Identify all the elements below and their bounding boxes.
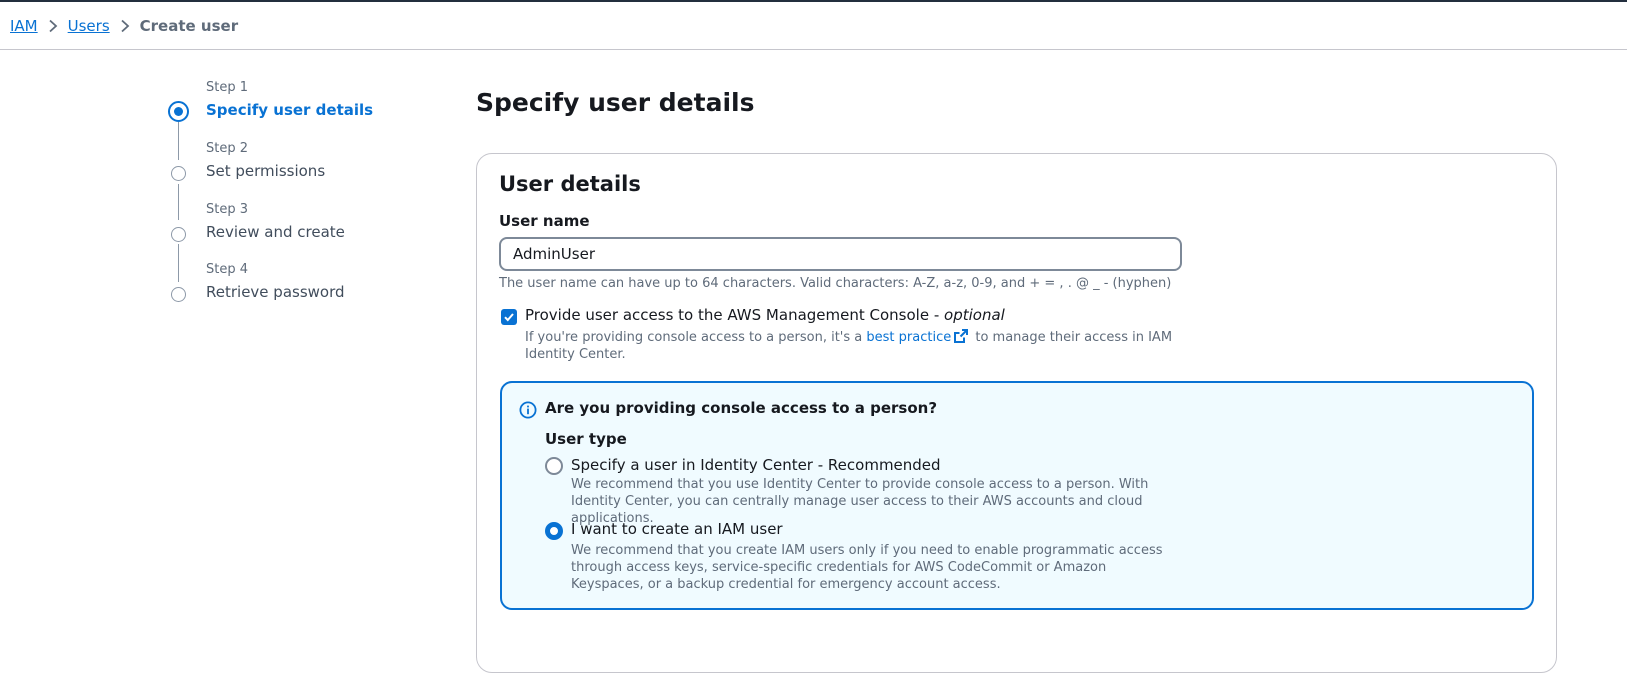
user-details-panel: User details User name The user name can… — [476, 153, 1557, 673]
username-label: User name — [499, 212, 590, 230]
step-title: Set permissions — [206, 162, 326, 180]
wizard-step-3: Step 3 Review and create — [170, 202, 470, 252]
identity-center-radio[interactable] — [545, 457, 563, 475]
panel-heading: User details — [499, 172, 641, 196]
step-indicator-icon — [171, 227, 186, 242]
step-indicator-icon — [171, 287, 186, 302]
step-title: Specify user details — [206, 101, 374, 119]
console-access-label[interactable]: Provide user access to the AWS Managemen… — [525, 306, 1005, 324]
step-indicator-icon — [171, 166, 186, 181]
step-number: Step 4 — [206, 262, 249, 277]
console-access-info-box: Are you providing console access to a pe… — [500, 381, 1534, 610]
chevron-right-icon — [110, 17, 140, 35]
step-active-indicator-icon — [168, 101, 189, 122]
breadcrumb-current: Create user — [139, 16, 239, 35]
breadcrumb-users-link[interactable]: Users — [68, 17, 110, 35]
info-box-title: Are you providing console access to a pe… — [545, 399, 938, 417]
username-input[interactable] — [499, 237, 1182, 271]
iam-user-option-description: We recommend that you create IAM users o… — [571, 543, 1163, 592]
wizard-step-2: Step 2 Set permissions — [170, 141, 470, 191]
step-number: Step 3 — [206, 202, 249, 217]
step-title: Review and create — [206, 223, 345, 241]
checkmark-icon — [504, 313, 514, 322]
step-number: Step 1 — [206, 80, 249, 95]
wizard-step-4: Step 4 Retrieve password — [170, 262, 470, 312]
username-constraint-text: The user name can have up to 64 characte… — [499, 276, 1172, 291]
step-number: Step 2 — [206, 141, 249, 156]
console-desc-before: If you're providing console access to a … — [525, 330, 867, 345]
iam-user-option-label[interactable]: I want to create an IAM user — [571, 520, 783, 538]
iam-user-radio[interactable] — [545, 522, 563, 540]
external-link-icon[interactable] — [951, 329, 971, 345]
identity-center-option-label[interactable]: Specify a user in Identity Center - Reco… — [571, 456, 941, 474]
breadcrumb: IAM Users Create user — [0, 2, 1627, 50]
info-icon — [519, 401, 537, 423]
console-access-description: If you're providing console access to a … — [525, 328, 1175, 363]
optional-tag: optional — [944, 306, 1005, 324]
console-access-label-text: Provide user access to the AWS Managemen… — [525, 306, 945, 324]
page-title: Specify user details — [476, 88, 755, 117]
step-title: Retrieve password — [206, 283, 345, 301]
console-access-checkbox[interactable] — [501, 309, 517, 325]
best-practice-link[interactable]: best practice — [866, 330, 951, 345]
wizard-step-1: Step 1 Specify user details — [168, 80, 470, 130]
user-type-label: User type — [545, 430, 627, 448]
breadcrumb-iam-link[interactable]: IAM — [10, 17, 38, 35]
chevron-right-icon — [38, 17, 68, 35]
